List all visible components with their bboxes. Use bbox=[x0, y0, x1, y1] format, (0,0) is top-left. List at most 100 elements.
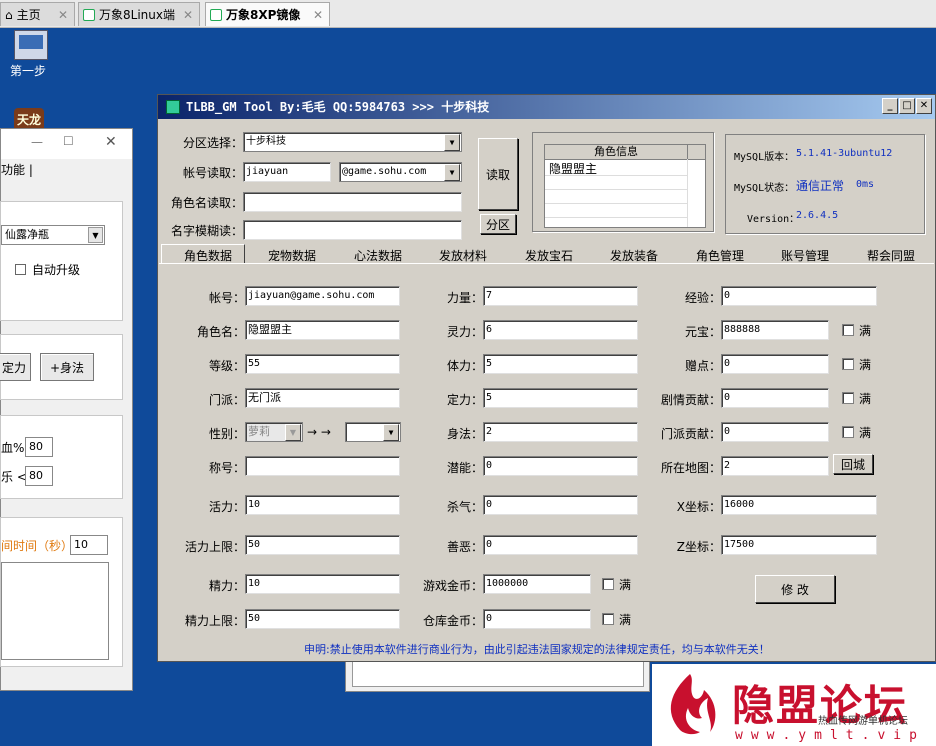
role-info-row bbox=[545, 217, 687, 218]
strength-input[interactable]: 7 bbox=[483, 286, 638, 306]
rolename-field-input[interactable]: 隐盟盟主 bbox=[245, 320, 400, 340]
home-icon: ⌂ bbox=[5, 7, 13, 22]
tab-xinfa-data[interactable]: 心法数据 bbox=[354, 247, 402, 264]
nickname-input[interactable] bbox=[245, 456, 400, 476]
item-dropdown[interactable]: 仙露净瓶 ▼ bbox=[1, 225, 105, 245]
interval-input[interactable]: 10 bbox=[70, 535, 108, 555]
school-contrib-max-checkbox[interactable] bbox=[842, 426, 854, 438]
yuanbao-max-label: 满 bbox=[859, 324, 872, 338]
read-button[interactable]: 读取 bbox=[478, 138, 518, 210]
kill-label: 杀气： bbox=[446, 500, 483, 514]
tab-home[interactable]: ⌂ 主页 ✕ bbox=[0, 2, 75, 26]
game-gold-max-label: 满 bbox=[619, 578, 632, 592]
bank-gold-max-checkbox[interactable] bbox=[602, 613, 614, 625]
tab-guild-alliance[interactable]: 帮会同盟 bbox=[867, 247, 915, 264]
return-city-button[interactable]: 回城 bbox=[833, 454, 873, 474]
maximize-icon[interactable]: ☐ bbox=[63, 134, 74, 148]
background-window: — ☐ ✕ 功能 | 仙露净瓶 ▼ 自动升级 定力 +身法 血% 80 乐 < … bbox=[0, 128, 133, 691]
focus-button[interactable]: 定力 bbox=[0, 353, 31, 381]
rolename-read-label: 角色名读取： bbox=[170, 196, 243, 210]
energy-max-input[interactable]: 50 bbox=[245, 609, 400, 629]
log-textarea[interactable] bbox=[1, 562, 109, 660]
function-tab[interactable]: 功能 | bbox=[1, 161, 33, 178]
minimize-icon[interactable]: — bbox=[31, 135, 43, 149]
school-contrib-input[interactable]: 0 bbox=[721, 422, 829, 442]
school-contrib-max-label: 满 bbox=[859, 426, 872, 440]
level-input[interactable]: 55 bbox=[245, 354, 400, 374]
game-gold-input[interactable]: 1000000 bbox=[483, 574, 591, 594]
gender-select[interactable]: 萝莉 ▼ bbox=[245, 422, 303, 442]
gift-points-max-checkbox[interactable] bbox=[842, 358, 854, 370]
agility-button[interactable]: +身法 bbox=[40, 353, 94, 381]
spirit-input[interactable]: 6 bbox=[483, 320, 638, 340]
role-info-row bbox=[545, 189, 687, 190]
close-icon[interactable]: ✕ bbox=[313, 8, 323, 22]
focus-input[interactable]: 5 bbox=[483, 388, 638, 408]
auto-upgrade-checkbox[interactable] bbox=[15, 264, 26, 275]
role-info-header[interactable]: 角色信息 bbox=[545, 145, 688, 160]
tab-issue-material[interactable]: 发放材料 bbox=[439, 247, 487, 264]
vitality-max-input[interactable]: 50 bbox=[245, 535, 400, 555]
tab-label: 主页 bbox=[16, 8, 41, 22]
zone-select[interactable]: 十步科技 ▼ bbox=[243, 132, 462, 152]
zone-label: 分区选择： bbox=[182, 136, 243, 150]
gift-points-max-label: 满 bbox=[859, 358, 872, 372]
vitality-input[interactable]: 10 bbox=[245, 495, 400, 515]
close-icon[interactable]: ✕ bbox=[105, 134, 117, 150]
tab-xp[interactable]: 万象8XP镜像 ✕ bbox=[205, 2, 330, 26]
mp-label: 乐 < bbox=[1, 470, 27, 484]
maximize-icon[interactable]: □ bbox=[899, 98, 915, 114]
hp-percent-input[interactable]: 80 bbox=[25, 437, 53, 457]
close-icon[interactable]: ✕ bbox=[58, 8, 68, 22]
chevron-down-icon: ▼ bbox=[444, 134, 460, 151]
karma-input[interactable]: 0 bbox=[483, 535, 638, 555]
energy-max-label: 精力上限： bbox=[184, 614, 245, 628]
chevron-down-icon: ▼ bbox=[285, 424, 301, 441]
minimize-icon[interactable]: _ bbox=[882, 98, 898, 114]
tab-pet-data[interactable]: 宠物数据 bbox=[268, 247, 316, 264]
mysql-latency: 0ms bbox=[856, 179, 875, 190]
background-window-titlebar: — ☐ ✕ bbox=[1, 129, 132, 159]
zone-button[interactable]: 分区 bbox=[480, 214, 516, 234]
modify-button[interactable]: 修 改 bbox=[755, 575, 835, 603]
spirit-label: 灵力： bbox=[446, 325, 483, 339]
rolename-read-input[interactable] bbox=[243, 192, 462, 212]
potential-input[interactable]: 0 bbox=[483, 456, 638, 476]
gift-points-input[interactable]: 0 bbox=[721, 354, 829, 374]
stamina-input[interactable]: 5 bbox=[483, 354, 638, 374]
yuanbao-input[interactable]: 888888 bbox=[721, 320, 829, 340]
agility-input[interactable]: 2 bbox=[483, 422, 638, 442]
plot-contrib-input[interactable]: 0 bbox=[721, 388, 829, 408]
tab-role-manage[interactable]: 角色管理 bbox=[696, 247, 744, 264]
tab-linux[interactable]: 万象8Linux端 ✕ bbox=[78, 2, 200, 26]
account-input[interactable]: jiayuan bbox=[243, 162, 331, 182]
desktop-shortcut-icon[interactable] bbox=[14, 30, 48, 60]
tab-label: 角色数据 bbox=[184, 249, 233, 263]
x-coord-input[interactable]: 16000 bbox=[721, 495, 877, 515]
gender-select-value: 萝莉 bbox=[248, 425, 270, 438]
tab-account-manage[interactable]: 账号管理 bbox=[781, 247, 829, 264]
disclaimer-notice: 申明:禁止使用本软件进行商业行为，由此引起违法国家规定的法律规定责任，均与本软件… bbox=[304, 643, 770, 656]
energy-input[interactable]: 10 bbox=[245, 574, 400, 594]
close-icon[interactable]: ✕ bbox=[183, 8, 193, 22]
role-info-list[interactable]: 角色信息 隐盟盟主 bbox=[544, 144, 706, 228]
close-icon[interactable]: ✕ bbox=[916, 98, 932, 114]
tab-issue-gem[interactable]: 发放宝石 bbox=[525, 247, 573, 264]
exp-input[interactable]: 0 bbox=[721, 286, 877, 306]
plot-contrib-max-checkbox[interactable] bbox=[842, 392, 854, 404]
game-gold-max-checkbox[interactable] bbox=[602, 578, 614, 590]
gender-label: 性别： bbox=[208, 427, 245, 441]
bank-gold-input[interactable]: 0 bbox=[483, 609, 591, 629]
yuanbao-max-checkbox[interactable] bbox=[842, 324, 854, 336]
domain-select[interactable]: @game.sohu.com ▼ bbox=[339, 162, 462, 182]
account-field-input[interactable]: jiayuan@game.sohu.com bbox=[245, 286, 400, 306]
tab-role-data[interactable]: 角色数据 bbox=[161, 244, 245, 264]
z-coord-input[interactable]: 17500 bbox=[721, 535, 877, 555]
school-input[interactable]: 无门派 bbox=[245, 388, 400, 408]
map-input[interactable]: 2 bbox=[721, 456, 829, 476]
kill-input[interactable]: 0 bbox=[483, 495, 638, 515]
mp-input[interactable]: 80 bbox=[25, 466, 53, 486]
fuzzy-read-input[interactable] bbox=[243, 220, 462, 240]
tab-issue-equip[interactable]: 发放装备 bbox=[610, 247, 658, 264]
fuzzy-read-label: 名字模糊读： bbox=[170, 224, 243, 238]
